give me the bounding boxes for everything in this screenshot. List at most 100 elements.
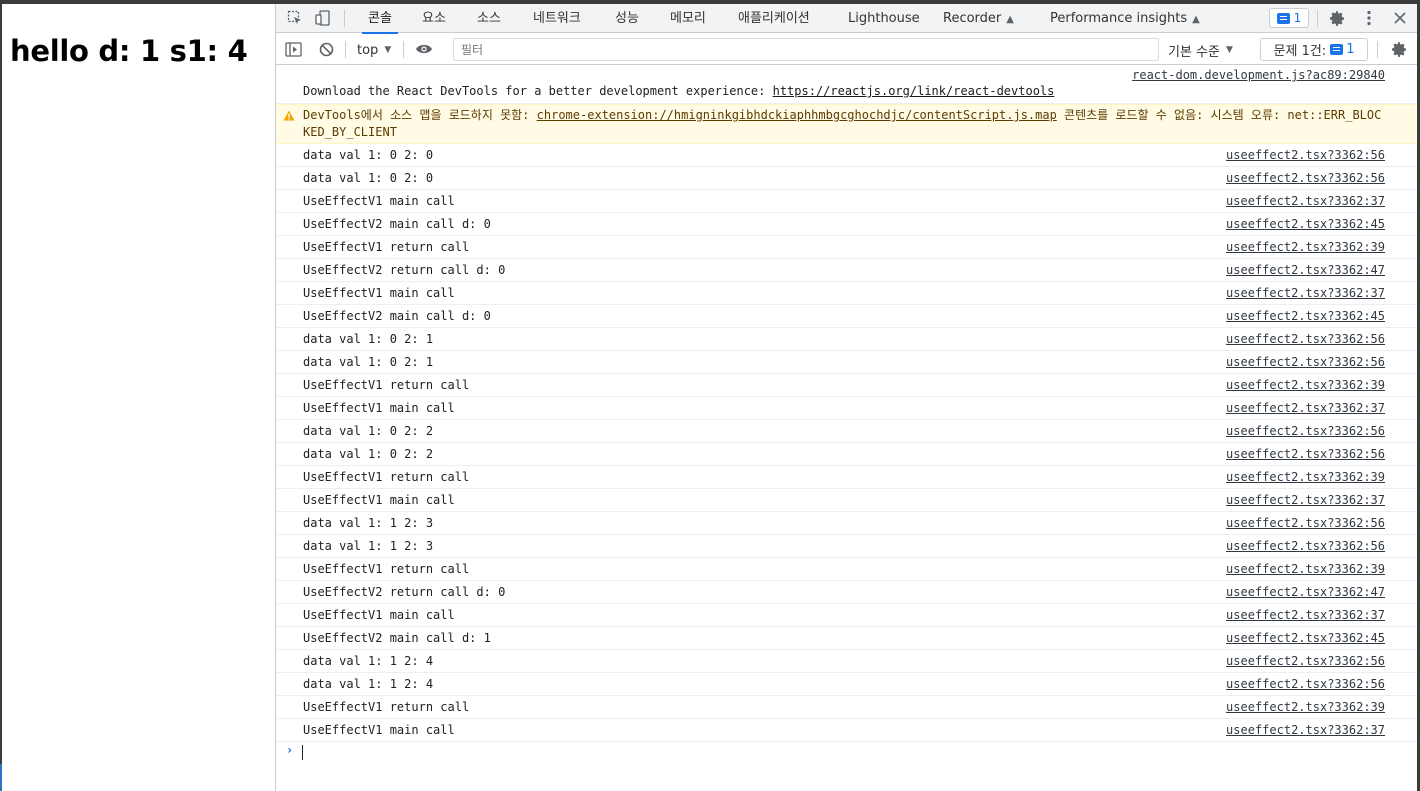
tab-application[interactable]: 애플리케이션 — [738, 4, 810, 33]
device-toolbar-icon[interactable] — [314, 9, 332, 27]
console-log-text: UseEffectV1 main call — [303, 194, 455, 208]
prompt-chevron-icon: › — [286, 743, 294, 757]
console-log-source-link[interactable]: useeffect2.tsx?3362:56 — [1226, 673, 1385, 695]
console-log-rows: data val 1: 0 2: 0 useeffect2.tsx?3362:56… — [276, 144, 1417, 742]
console-log-text: data val 1: 1 2: 3 — [303, 516, 434, 530]
tab-performance-insights[interactable]: Performance insights ▲ — [1050, 4, 1200, 33]
console-log-source-link[interactable]: useeffect2.tsx?3362:56 — [1226, 167, 1385, 189]
console-log-text: data val 1: 0 2: 0 — [303, 171, 434, 185]
context-selector-value: top — [357, 42, 379, 58]
console-log-row: data val 1: 1 2: 4 useeffect2.tsx?3362:56 — [276, 673, 1417, 696]
console-log-text: data val 1: 0 2: 1 — [303, 355, 434, 369]
console-log-row: UseEffectV1 return call useeffect2.tsx?33… — [276, 558, 1417, 581]
console-log-row: UseEffectV2 main call d: 0 useeffect2.tsx… — [276, 213, 1417, 236]
log-level-value: 기본 수준 — [1168, 44, 1220, 60]
console-log-row: UseEffectV1 main call useeffect2.tsx?3362… — [276, 282, 1417, 305]
tab-sources[interactable]: 소스 — [477, 4, 501, 33]
console-log-row: UseEffectV2 return call d: 0 useeffect2.t… — [276, 581, 1417, 604]
console-message-text: Download the React DevTools for a better… — [303, 84, 1054, 98]
console-log-source-link[interactable]: useeffect2.tsx?3362:56 — [1226, 535, 1385, 557]
console-log-source-link[interactable]: useeffect2.tsx?3362:47 — [1226, 259, 1385, 281]
console-log-source-link[interactable]: useeffect2.tsx?3362:37 — [1226, 489, 1385, 511]
console-log-source-link[interactable]: useeffect2.tsx?3362:47 — [1226, 581, 1385, 603]
console-log-source-link[interactable]: useeffect2.tsx?3362:45 — [1226, 627, 1385, 649]
console-log-row: data val 1: 0 2: 1 useeffect2.tsx?3362:56 — [276, 351, 1417, 374]
console-log-source-link[interactable]: useeffect2.tsx?3362:56 — [1226, 420, 1385, 442]
console-log-text: data val 1: 0 2: 2 — [303, 447, 434, 461]
console-log-text: UseEffectV2 main call d: 0 — [303, 309, 491, 323]
react-devtools-link[interactable]: https://reactjs.org/link/react-devtools — [773, 84, 1055, 98]
console-log-row: data val 1: 0 2: 2 useeffect2.tsx?3362:56 — [276, 420, 1417, 443]
tab-elements[interactable]: 요소 — [422, 4, 446, 33]
console-log-source-link[interactable]: useeffect2.tsx?3362:39 — [1226, 236, 1385, 258]
console-log-row: data val 1: 0 2: 0 useeffect2.tsx?3362:56 — [276, 167, 1417, 190]
console-log-text: data val 1: 1 2: 4 — [303, 654, 434, 668]
console-log-source-link[interactable]: useeffect2.tsx?3362:39 — [1226, 374, 1385, 396]
console-log-row: UseEffectV1 return call useeffect2.tsx?33… — [276, 374, 1417, 397]
live-expression-icon[interactable] — [415, 40, 433, 58]
console-log-text: data val 1: 0 2: 0 — [303, 148, 434, 162]
console-log-source-link[interactable]: useeffect2.tsx?3362:39 — [1226, 696, 1385, 718]
console-filter-input[interactable] — [453, 38, 1159, 61]
console-log-source-link[interactable]: useeffect2.tsx?3362:45 — [1226, 213, 1385, 235]
console-log-source-link[interactable]: useeffect2.tsx?3362:39 — [1226, 558, 1385, 580]
issues-label: 문제 1건: — [1273, 44, 1327, 59]
message-icon — [1330, 44, 1344, 55]
sidebar-toggle-icon[interactable] — [284, 40, 302, 58]
console-log-row: UseEffectV2 return call d: 0 useeffect2.t… — [276, 259, 1417, 282]
clear-console-icon[interactable] — [317, 40, 335, 58]
tab-console[interactable]: 콘솔 — [362, 4, 398, 34]
console-log-source-link[interactable]: useeffect2.tsx?3362:56 — [1226, 443, 1385, 465]
warning-icon — [283, 110, 295, 121]
console-log-row: UseEffectV1 return call useeffect2.tsx?33… — [276, 466, 1417, 489]
console-log-text: data val 1: 0 2: 2 — [303, 424, 434, 438]
console-log-text: UseEffectV1 return call — [303, 562, 470, 576]
tab-network[interactable]: 네트워크 — [533, 4, 581, 33]
inspect-element-icon[interactable] — [286, 9, 304, 27]
console-log-row: UseEffectV1 main call useeffect2.tsx?3362… — [276, 397, 1417, 420]
toolbar-separator — [403, 41, 404, 58]
console-prompt[interactable]: › — [276, 742, 1417, 764]
close-icon[interactable] — [1391, 9, 1409, 27]
console-log-source-link[interactable]: useeffect2.tsx?3362:37 — [1226, 397, 1385, 419]
issues-badge-button[interactable]: 1 — [1269, 8, 1309, 28]
gear-icon[interactable] — [1328, 9, 1346, 27]
dropdown-arrow-icon: ▼ — [384, 45, 392, 55]
more-vertical-icon[interactable] — [1360, 9, 1378, 27]
toolbar-separator — [345, 41, 346, 58]
console-settings-gear-icon[interactable] — [1390, 40, 1408, 58]
issues-button[interactable]: 문제 1건: 1 — [1260, 38, 1368, 61]
experimental-flask-icon: ▲ — [1192, 14, 1200, 25]
console-message-source-link[interactable]: react-dom.development.js?ac89:29840 — [1132, 68, 1385, 82]
console-log-source-link[interactable]: useeffect2.tsx?3362:56 — [1226, 512, 1385, 534]
tab-performance[interactable]: 성능 — [615, 4, 639, 33]
console-log-source-link[interactable]: useeffect2.tsx?3362:39 — [1226, 466, 1385, 488]
source-map-link[interactable]: chrome-extension://hmigninkgibhdckiaphhm… — [537, 108, 1057, 122]
devtools-tabbar: 콘솔 요소 소스 네트워크 성능 메모리 애플리케이션 Lighthouse R… — [276, 4, 1417, 34]
console-info-text: Download the React DevTools for a better… — [303, 84, 773, 98]
console-log-source-link[interactable]: useeffect2.tsx?3362:37 — [1226, 719, 1385, 741]
console-log-row: UseEffectV1 main call useeffect2.tsx?3362… — [276, 190, 1417, 213]
console-log-text: UseEffectV1 main call — [303, 723, 455, 737]
console-log-source-link[interactable]: useeffect2.tsx?3362:56 — [1226, 328, 1385, 350]
console-log-source-link[interactable]: useeffect2.tsx?3362:37 — [1226, 190, 1385, 212]
message-icon — [1276, 12, 1290, 24]
console-log-text: UseEffectV2 main call d: 0 — [303, 217, 491, 231]
console-log-source-link[interactable]: useeffect2.tsx?3362:45 — [1226, 305, 1385, 327]
tab-recorder[interactable]: Recorder ▲ — [943, 4, 1014, 33]
console-log-source-link[interactable]: useeffect2.tsx?3362:37 — [1226, 604, 1385, 626]
console-log-source-link[interactable]: useeffect2.tsx?3362:56 — [1226, 650, 1385, 672]
console-log-source-link[interactable]: useeffect2.tsx?3362:56 — [1226, 351, 1385, 373]
console-log-row: UseEffectV1 main call useeffect2.tsx?3362… — [276, 719, 1417, 742]
toolbar-separator — [1377, 41, 1378, 58]
log-level-selector[interactable]: 기본 수준 ▼ — [1168, 40, 1233, 60]
context-selector[interactable]: top ▼ — [357, 40, 391, 60]
tab-lighthouse[interactable]: Lighthouse — [848, 4, 920, 33]
tab-memory[interactable]: 메모리 — [670, 4, 706, 33]
console-log-source-link[interactable]: useeffect2.tsx?3362:37 — [1226, 282, 1385, 304]
console-log-text: UseEffectV2 return call d: 0 — [303, 585, 506, 599]
console-log-row: data val 1: 1 2: 4 useeffect2.tsx?3362:56 — [276, 650, 1417, 673]
issues-count: 1 — [1346, 42, 1355, 57]
console-log-text: UseEffectV1 main call — [303, 608, 455, 622]
console-log-source-link[interactable]: useeffect2.tsx?3362:56 — [1226, 144, 1385, 166]
